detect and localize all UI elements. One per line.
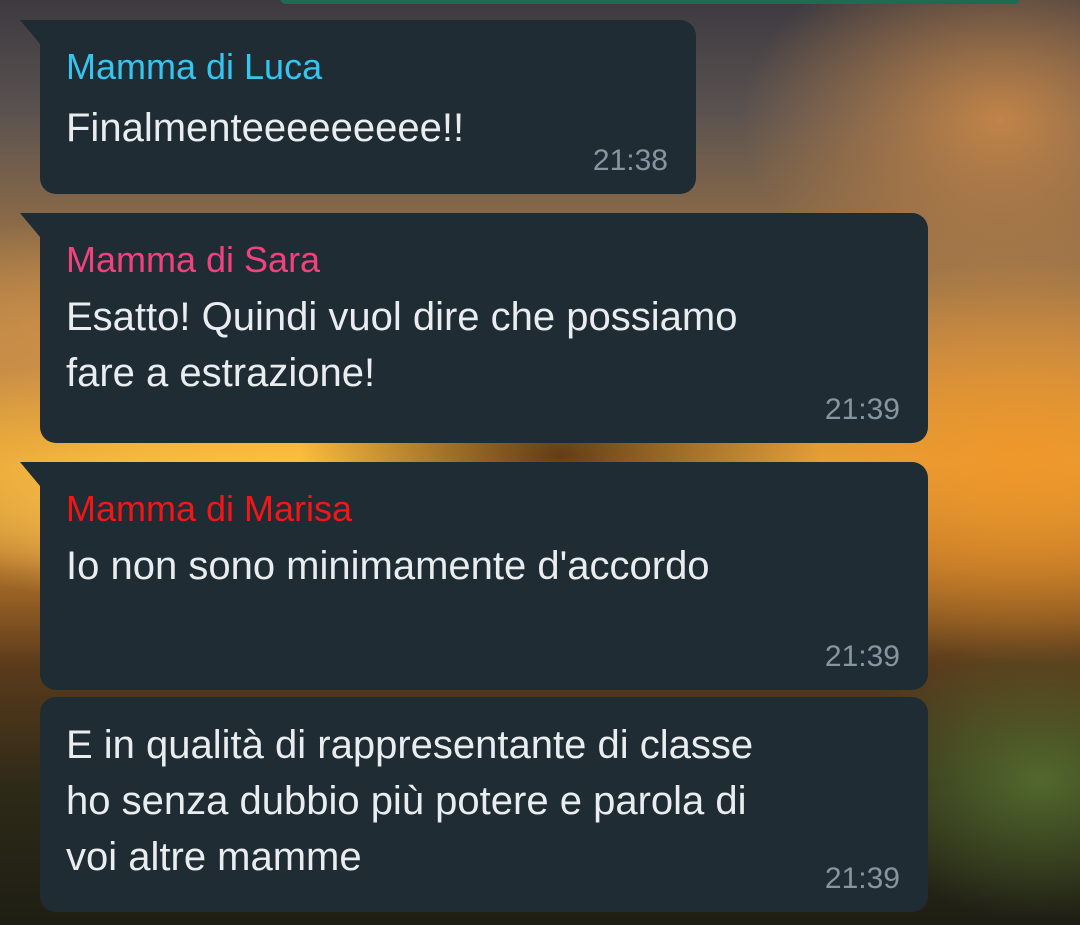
- message-text: Esatto! Quindi vuol dire che possiamo fa…: [66, 295, 738, 395]
- sender-name[interactable]: Mamma di Luca: [66, 44, 670, 90]
- message-time: 21:39: [824, 393, 900, 426]
- message-bubble-luca[interactable]: Mamma di Luca Finalmenteeeeeeeee!! 21:38: [20, 20, 696, 194]
- message-text: E in qualità di rappresentante di classe…: [66, 723, 754, 879]
- message-text: Io non sono minimamente d'accordo: [66, 544, 710, 588]
- message-bubble-marisa[interactable]: Mamma di Marisa Io non sono minimamente …: [20, 462, 928, 690]
- message-time: 21:39: [824, 640, 900, 673]
- message-bubble-marisa-followup[interactable]: E in qualità di rappresentante di classe…: [40, 697, 928, 912]
- message-time: 21:38: [592, 144, 668, 177]
- message-time: 21:39: [824, 862, 900, 895]
- message-text: Finalmenteeeeeeeee!!: [66, 106, 465, 150]
- sender-name[interactable]: Mamma di Sara: [66, 237, 902, 283]
- sender-name[interactable]: Mamma di Marisa: [66, 486, 902, 532]
- message-bubble-sara[interactable]: Mamma di Sara Esatto! Quindi vuol dire c…: [20, 213, 928, 443]
- previous-message-edge: [280, 0, 1020, 4]
